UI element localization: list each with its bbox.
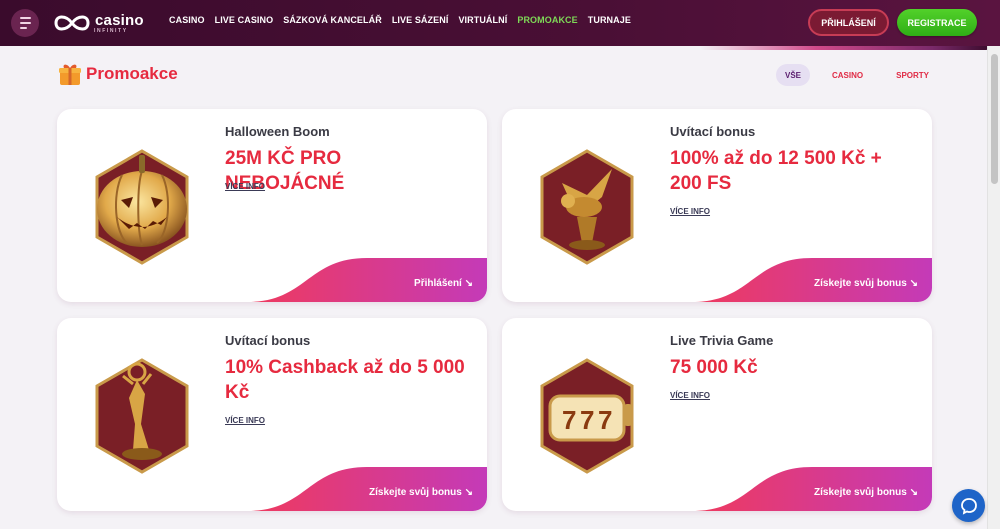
card-label: Uvítací bonus xyxy=(225,333,311,348)
scrollbar-thumb[interactable] xyxy=(991,54,998,184)
svg-text:7: 7 xyxy=(562,405,576,435)
winged-lion-icon xyxy=(540,149,634,265)
nav-tournaments[interactable]: TURNAJE xyxy=(588,15,631,25)
cta-button[interactable]: Získejte svůj bonus ↘ xyxy=(692,258,932,302)
cta-label: Získejte svůj bonus ↘ xyxy=(814,278,918,289)
trophy-icon xyxy=(95,358,189,474)
cta-label: Získejte svůj bonus ↘ xyxy=(814,487,918,498)
chat-support-icon[interactable] xyxy=(952,489,985,522)
card-title: 10% Cashback až do 5 000 Kč xyxy=(225,357,465,403)
cta-label: Přihlášení ↘ xyxy=(414,278,473,289)
more-info-link[interactable]: VÍCE INFO xyxy=(225,182,265,191)
page-title: Promoakce xyxy=(86,64,178,83)
cta-button[interactable]: Získejte svůj bonus ↘ xyxy=(247,467,487,511)
register-button[interactable]: REGISTRACE xyxy=(897,9,977,36)
promo-card: Halloween Boom 25M KČ PRO NEBOJÁCNÉ VÍCE… xyxy=(57,109,487,302)
login-button[interactable]: PŘIHLÁŠENÍ xyxy=(808,9,889,36)
card-title: 75 000 Kč xyxy=(670,357,758,378)
nav-sportsbook[interactable]: SÁZKOVÁ KANCELÁŘ xyxy=(283,15,382,25)
header-decoration xyxy=(700,46,990,50)
infinity-icon xyxy=(54,15,90,31)
page-heading: Promoakce xyxy=(58,62,178,86)
more-info-link[interactable]: VÍCE INFO xyxy=(670,391,710,400)
chat-bubble-icon xyxy=(960,497,977,515)
cta-button[interactable]: Získejte svůj bonus ↘ xyxy=(692,467,932,511)
filter-all[interactable]: VŠE xyxy=(776,64,810,86)
nav-promotions[interactable]: PROMOAKCE xyxy=(517,15,577,25)
nav-live-casino[interactable]: LIVE CASINO xyxy=(215,15,274,25)
cta-label: Získejte svůj bonus ↘ xyxy=(369,487,473,498)
logo-subtext: INFINITY xyxy=(94,28,128,34)
more-info-link[interactable]: VÍCE INFO xyxy=(225,416,265,425)
card-label: Live Trivia Game xyxy=(670,333,774,348)
promo-card: Uvítací bonus 100% až do 12 500 Kč + 200… xyxy=(502,109,932,302)
page-scrollbar[interactable] xyxy=(987,46,1000,529)
nav-casino[interactable]: CASINO xyxy=(169,15,205,25)
promo-card: Uvítací bonus 10% Cashback až do 5 000 K… xyxy=(57,318,487,511)
svg-text:7: 7 xyxy=(580,405,594,435)
main-nav: CASINO LIVE CASINO SÁZKOVÁ KANCELÁŘ LIVE… xyxy=(169,15,641,25)
logo-text: casino xyxy=(95,11,144,29)
cta-button[interactable]: Přihlášení ↘ xyxy=(247,258,487,302)
card-label: Uvítací bonus xyxy=(670,124,756,139)
promo-card: 7 7 7 Live Trivia Game 75 000 Kč VÍCE IN… xyxy=(502,318,932,511)
casino-logo[interactable]: casino INFINITY xyxy=(52,10,144,36)
top-header: casino INFINITY CASINO LIVE CASINO SÁZKO… xyxy=(0,0,1000,46)
gift-icon xyxy=(59,64,81,85)
slot-777-icon: 7 7 7 xyxy=(540,358,634,474)
more-info-link[interactable]: VÍCE INFO xyxy=(670,207,710,216)
nav-virtual[interactable]: VIRTUÁLNÍ xyxy=(458,15,507,25)
filter-sports[interactable]: SPORTY xyxy=(896,64,929,86)
promo-filters: VŠE CASINO SPORTY xyxy=(776,64,929,86)
card-title: 100% až do 12 500 Kč + 200 FS xyxy=(670,148,882,194)
nav-live-betting[interactable]: LIVE SÁZENÍ xyxy=(392,15,449,25)
filter-casino[interactable]: CASINO xyxy=(832,64,863,86)
pumpkin-icon xyxy=(95,149,189,265)
card-label: Halloween Boom xyxy=(225,124,330,139)
hamburger-menu-icon[interactable] xyxy=(11,9,39,37)
svg-text:7: 7 xyxy=(598,405,612,435)
